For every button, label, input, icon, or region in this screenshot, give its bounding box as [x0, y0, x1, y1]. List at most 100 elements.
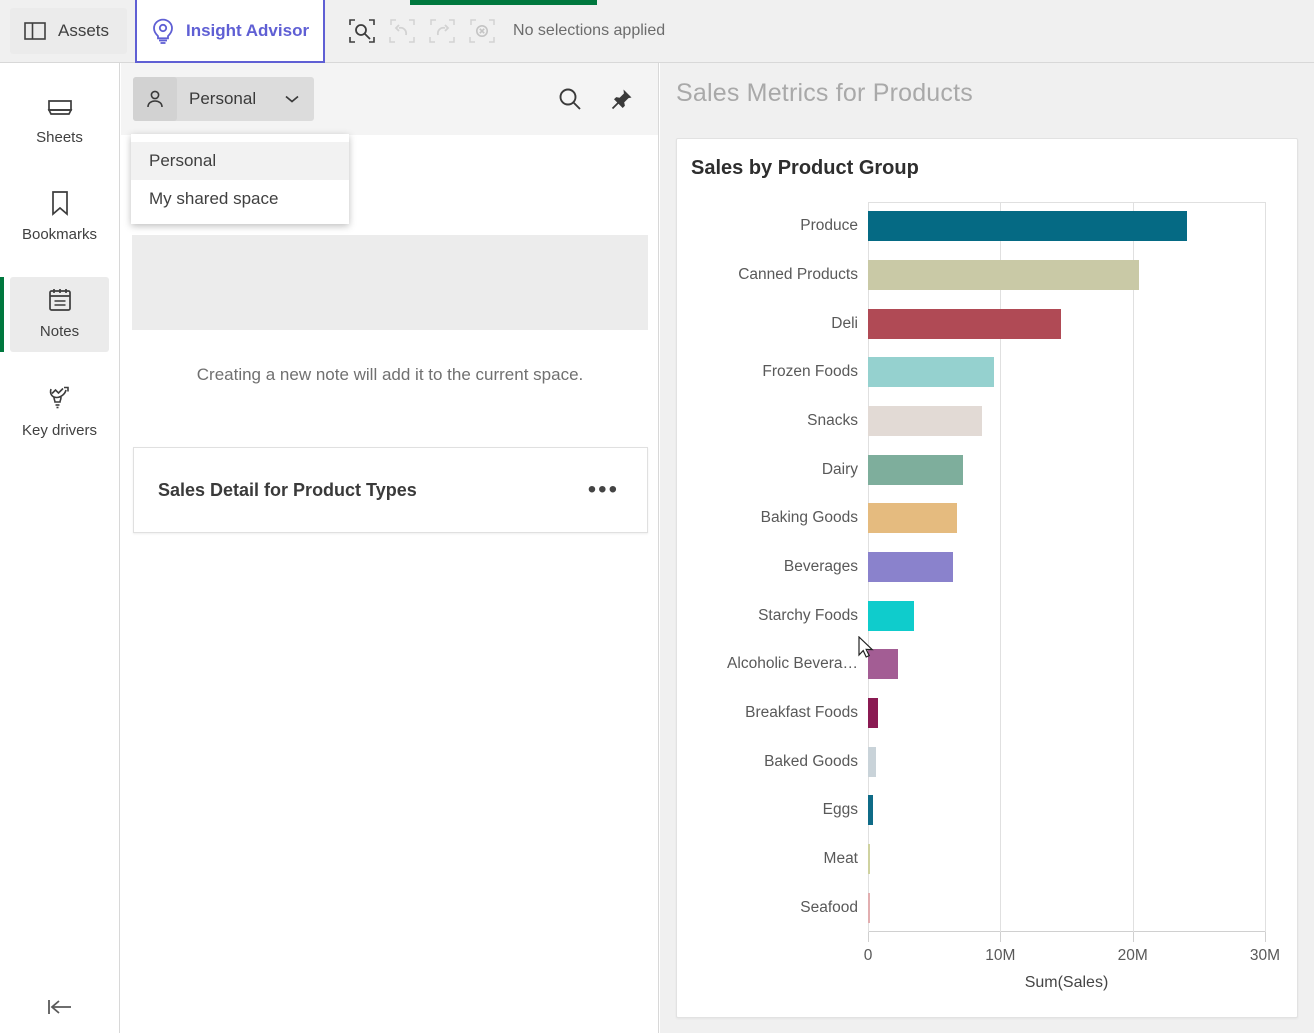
bar-row: Breakfast Foods: [745, 697, 1265, 729]
person-icon: [133, 77, 177, 121]
selections-tool-icon[interactable]: [345, 14, 379, 48]
bar[interactable]: [868, 746, 876, 777]
bar-row: Deli: [831, 308, 1265, 339]
sidebar-item-key-drivers[interactable]: Key drivers: [10, 374, 109, 451]
bar-row: Seafood: [800, 892, 1265, 923]
undo-icon[interactable]: [385, 14, 419, 48]
bar[interactable]: [868, 600, 914, 631]
bar-chart: Produce Canned Products Deli Frozen Foods Sn…: [677, 202, 1297, 991]
y-axis-category-label: Alcoholic Bevera…: [727, 655, 858, 673]
gridline: [1265, 202, 1266, 932]
dropdown-option-personal[interactable]: Personal: [131, 142, 349, 180]
chevron-down-icon: [284, 94, 300, 104]
dropdown-option-my-shared-space[interactable]: My shared space: [131, 180, 349, 218]
y-axis-category-label: Breakfast Foods: [745, 703, 858, 721]
sidebar-item-notes[interactable]: Notes: [0, 277, 109, 352]
list-item[interactable]: Sales Detail for Product Types •••: [133, 447, 648, 533]
sidebar-item-label: Notes: [39, 323, 80, 340]
bar[interactable]: [868, 697, 878, 729]
assets-panel-icon: [24, 22, 46, 40]
page-title: Sales Metrics for Products: [676, 79, 973, 107]
bar[interactable]: [868, 259, 1140, 291]
y-axis-category-label: Canned Products: [738, 265, 858, 283]
bar[interactable]: [868, 503, 957, 534]
bar-row: Eggs: [823, 795, 1265, 826]
x-tick-mark: [1132, 932, 1134, 942]
y-axis-category-label: Eggs: [822, 801, 858, 819]
x-axis-label: Sum(Sales): [1024, 974, 1109, 991]
sidebar-item-sheets[interactable]: Sheets: [10, 85, 109, 158]
x-tick-mark: [1265, 932, 1266, 942]
y-axis-category-label: Dairy: [821, 460, 858, 478]
assets-button-label: Assets: [58, 21, 110, 40]
y-axis-category-label: Frozen Foods: [762, 363, 858, 381]
bar[interactable]: [868, 405, 982, 437]
notes-icon: [47, 287, 73, 313]
tab-insight-advisor-label: Insight Advisor: [185, 20, 310, 40]
notes-panel-header: Personal: [121, 63, 658, 135]
bookmark-icon: [50, 190, 70, 216]
redo-icon[interactable]: [425, 14, 459, 48]
bar[interactable]: [868, 308, 1062, 339]
bar[interactable]: [868, 843, 871, 875]
top-toolbar: Assets Insight Advisor No selections app…: [0, 0, 1314, 63]
bar[interactable]: [868, 892, 870, 923]
space-selector-value: Personal: [189, 89, 257, 108]
bar-row: Produce: [800, 211, 1265, 242]
note-card-title: Sales Detail for Product Types: [158, 479, 417, 500]
bar[interactable]: [868, 649, 899, 680]
sidebar-item-bookmarks[interactable]: Bookmarks: [10, 180, 109, 255]
left-rail: Sheets Bookmarks Notes Key drivers: [0, 63, 120, 1033]
bar-row: Alcoholic Bevera…: [727, 649, 1265, 680]
search-icon[interactable]: [556, 85, 584, 113]
y-axis-category-label: Beverages: [783, 557, 858, 575]
x-tick-mark: [1000, 932, 1002, 942]
bar[interactable]: [868, 357, 994, 388]
tab-insight-advisor[interactable]: Insight Advisor: [135, 0, 326, 63]
assets-button[interactable]: Assets: [10, 8, 128, 54]
space-selector[interactable]: Personal: [133, 77, 315, 121]
bar-row: Snacks: [807, 405, 1265, 437]
selection-toolbar: No selections applied: [345, 0, 665, 62]
x-tick-mark: [868, 932, 869, 942]
sidebar-item-label: Sheets: [36, 129, 83, 146]
bar-row: Dairy: [822, 454, 1265, 485]
bar-row: Baking Goods: [761, 503, 1265, 534]
pin-icon[interactable]: [608, 85, 636, 113]
notes-header-actions: [556, 85, 636, 113]
sidebar-item-label: Bookmarks: [21, 226, 98, 243]
notes-empty-message: Creating a new note will add it to the c…: [196, 365, 584, 384]
y-axis-category-label: Deli: [831, 314, 858, 332]
insight-advisor-results-pane: Sales Metrics for Products Sales by Prod…: [660, 63, 1314, 1033]
y-axis-category-label: Meat: [823, 849, 858, 867]
sheets-icon: [46, 95, 74, 119]
x-axis-ticks: 0 10M 20M 30M: [864, 932, 1280, 964]
y-axis-category-label: Snacks: [807, 411, 858, 429]
clear-selections-icon[interactable]: [465, 14, 499, 48]
collapse-left-icon[interactable]: [0, 997, 120, 1017]
bar-row: Beverages: [784, 551, 1265, 583]
x-tick-label: 30M: [1249, 947, 1281, 964]
y-axis-category-label: Seafood: [800, 898, 858, 916]
bar-row: Frozen Foods: [762, 357, 1265, 388]
x-tick-label: 20M: [1117, 947, 1148, 964]
note-card-menu-icon[interactable]: •••: [588, 478, 619, 502]
chart-title: Sales by Product Group: [691, 157, 919, 179]
bar[interactable]: [868, 211, 1187, 242]
y-axis-category-label: Baked Goods: [764, 752, 858, 770]
insight-advisor-app: Assets Insight Advisor No selections app…: [0, 0, 1314, 1033]
sidebar-item-label: Key drivers: [21, 422, 98, 439]
y-axis-category-label: Produce: [800, 217, 858, 235]
bar-rows: Produce Canned Products Deli Frozen Foods Sn…: [727, 202, 1265, 932]
insight-advisor-icon: [151, 18, 175, 44]
active-sheet-indicator: [410, 0, 597, 5]
bar[interactable]: [868, 551, 953, 583]
bar[interactable]: [868, 454, 964, 485]
notes-placeholder-block: [132, 235, 648, 330]
bar[interactable]: [868, 795, 874, 826]
bar-row: Baked Goods: [764, 746, 1265, 777]
x-tick-label: 0: [863, 947, 873, 964]
bar-row: Meat: [824, 843, 1265, 875]
chart-card[interactable]: Sales by Product Group Produce Canned Pro…: [676, 138, 1298, 1018]
bar-row: Canned Products: [738, 259, 1265, 291]
